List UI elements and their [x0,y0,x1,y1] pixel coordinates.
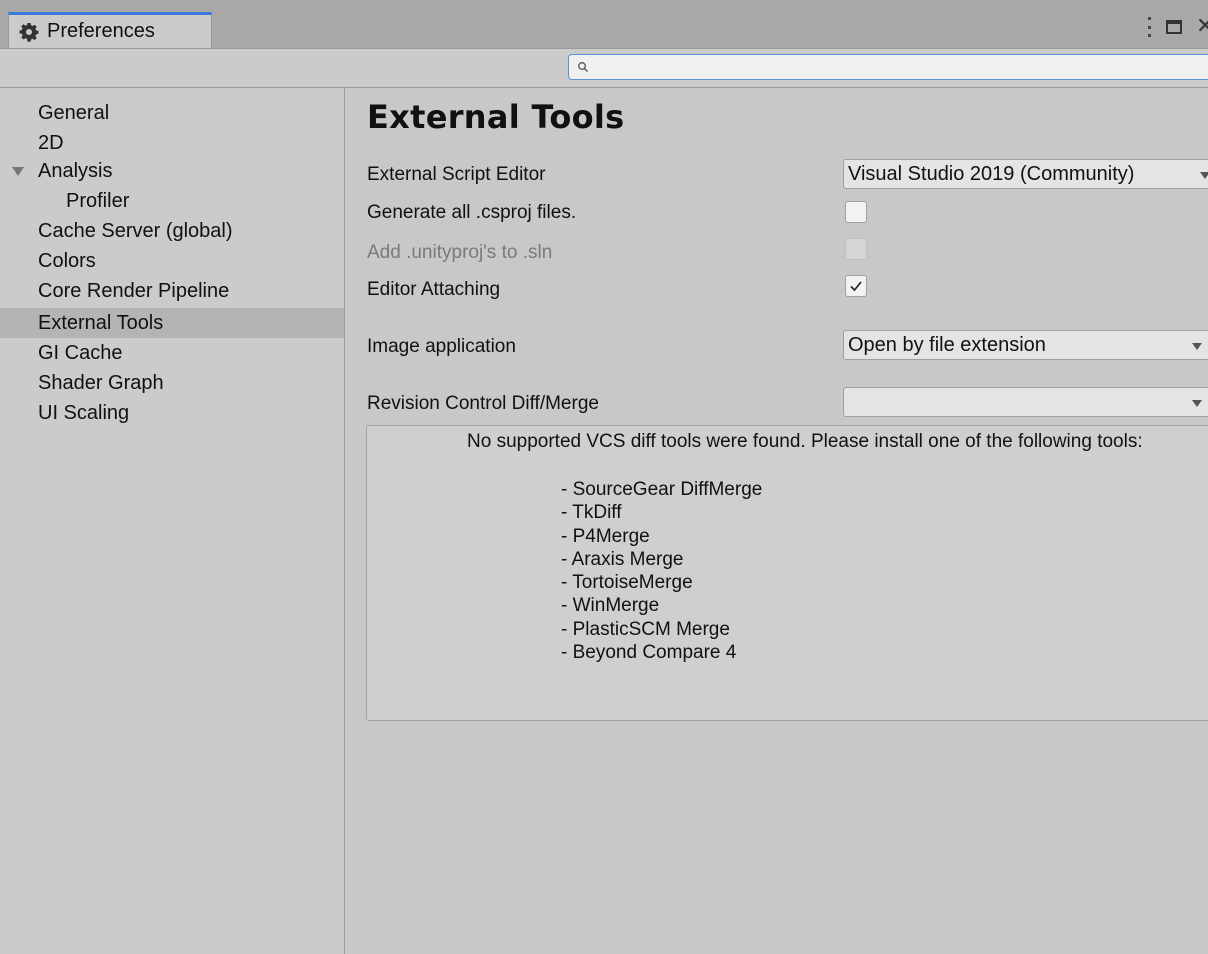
external-script-editor-value: Visual Studio 2019 (Community) [848,163,1135,185]
sidebar-item-core-render-pipeline[interactable]: Core Render Pipeline [0,276,344,306]
list-item: - SourceGear DiffMerge [561,479,763,500]
window-tab-bar: Preferences ✕ [0,0,1208,49]
generate-csproj-checkbox[interactable] [845,201,867,223]
sidebar-item-gi-cache[interactable]: GI Cache [0,338,344,368]
sidebar-item-label: Shader Graph [38,372,164,394]
sidebar-item-label: Cache Server (global) [38,220,233,242]
revision-control-dropdown[interactable] [843,387,1208,417]
generate-csproj-label: Generate all .csproj files. [367,202,577,223]
sidebar-item-shader-graph[interactable]: Shader Graph [0,368,344,398]
sidebar-item-external-tools[interactable]: External Tools [0,308,344,338]
list-item: - TkDiff [561,502,622,524]
image-application-dropdown[interactable]: Open by file extension [843,330,1208,360]
add-unityproj-checkbox[interactable] [845,238,867,260]
checkmark-icon [850,281,862,292]
image-application-value: Open by file extension [848,334,1046,356]
list-item: - Beyond Compare 4 [561,642,737,664]
list-item: - Araxis Merge [561,548,684,570]
revision-control-label: Revision Control Diff/Merge [367,393,599,414]
external-script-editor-dropdown[interactable]: Visual Studio 2019 (Community) [843,159,1208,189]
image-application-label: Image application [367,336,516,357]
chevron-down-icon [1200,172,1208,179]
sidebar-item-label: General [38,102,110,124]
sidebar-item-ui-scaling[interactable]: UI Scaling [0,398,344,428]
list-item: - P4Merge [561,525,650,547]
gear-icon [19,22,39,42]
sidebar-item-label: UI Scaling [38,402,130,424]
sidebar-item-general[interactable]: General [0,98,344,128]
sidebar-item-2d[interactable]: 2D [0,128,344,158]
sidebar-item-label: Colors [38,250,96,272]
sidebar-item-profiler[interactable]: Profiler [0,186,344,216]
sidebar-item-label: GI Cache [38,342,123,364]
vcs-tool-list: - SourceGear DiffMerge - TkDiff - P4Merg… [561,478,762,664]
vcs-message: No supported VCS diff tools were found. … [467,431,1143,452]
external-script-editor-label: External Script Editor [367,164,546,185]
chevron-down-icon [1192,343,1202,350]
editor-attaching-checkbox[interactable] [845,275,867,297]
chevron-down-icon [1192,400,1202,407]
search-box[interactable] [568,54,1208,80]
maximize-icon[interactable] [1166,20,1182,34]
search-row [0,49,1208,88]
add-unityproj-label: Add .unityproj's to .sln [367,242,553,263]
sidebar-item-label: 2D [38,132,64,154]
close-icon[interactable]: ✕ [1196,16,1208,38]
tab-title: Preferences [47,20,155,42]
list-item: - WinMerge [561,595,660,617]
list-item: - PlasticSCM Merge [561,618,730,640]
list-item: - TortoiseMerge [561,572,693,594]
sidebar-item-colors[interactable]: Colors [0,246,344,276]
external-tools-panel: External Tools External Script Editor Vi… [345,88,1208,954]
sidebar-item-label: External Tools [38,312,164,334]
sidebar-item-label: Analysis [38,160,113,182]
sidebar-item-label: Profiler [66,190,130,212]
search-icon [578,62,588,72]
more-options-icon[interactable] [1146,17,1152,37]
window-controls: ✕ [1146,16,1208,38]
preferences-sidebar: General 2D Analysis Profiler Cache Serve… [0,88,345,954]
sidebar-item-cache-server[interactable]: Cache Server (global) [0,216,344,246]
expand-arrow-icon[interactable] [12,167,24,176]
vcs-help-box: No supported VCS diff tools were found. … [366,425,1208,721]
page-title: External Tools [367,98,625,136]
search-input[interactable] [593,56,1157,78]
preferences-tab[interactable]: Preferences [8,12,212,48]
editor-attaching-label: Editor Attaching [367,279,501,300]
sidebar-item-analysis[interactable]: Analysis [0,156,344,186]
sidebar-item-label: Core Render Pipeline [38,280,230,302]
